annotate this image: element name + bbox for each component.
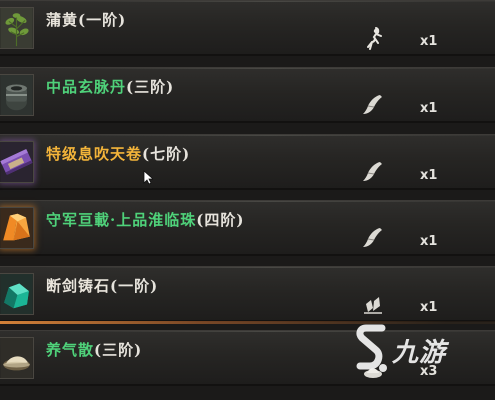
ore-shards-icon: [360, 291, 386, 317]
powder-dish-icon: [0, 337, 34, 379]
purple-scroll-icon: [0, 141, 34, 183]
item-name: 养气散(三阶): [46, 341, 143, 359]
jiuyou-logo-icon: [356, 324, 387, 372]
scroll-icon: [360, 225, 386, 251]
orange-crystal-icon: [0, 207, 34, 249]
item-quantity: x1: [420, 234, 438, 249]
watermark: 九游: [352, 322, 464, 378]
item-quantity: x1: [420, 168, 438, 183]
item-name: 特级息吹天卷(七阶): [46, 145, 191, 163]
mouse-cursor-icon: [143, 170, 153, 185]
scroll-icon: [360, 159, 386, 185]
pill-jar-icon: [0, 74, 34, 116]
item-name: 断剑铸石(一阶): [46, 277, 159, 295]
item-name: 蒲黄(一阶): [46, 11, 127, 29]
herb-plant-icon: [0, 7, 34, 49]
item-row-duanjian-ore[interactable]: 断剑铸石(一阶) x1: [0, 266, 495, 322]
item-row-puhuang[interactable]: 蒲黄(一阶) x1: [0, 0, 495, 56]
item-quantity: x1: [420, 34, 438, 49]
scroll-icon: [360, 92, 386, 118]
item-row-xuanmai-pill[interactable]: 中品玄脉丹(三阶) x1: [0, 67, 495, 123]
green-ore-icon: [0, 273, 34, 315]
item-quantity: x1: [420, 300, 438, 315]
item-quantity: x1: [420, 101, 438, 116]
item-name: 守军亘載·上品淮临珠(四阶): [46, 211, 245, 229]
item-name: 中品玄脉丹(三阶): [46, 78, 175, 96]
watermark-text: 九游: [392, 338, 447, 368]
item-row-huailin-pearl[interactable]: 守军亘載·上品淮临珠(四阶) x1: [0, 200, 495, 256]
root-icon: [360, 25, 386, 51]
item-row-xichui-scroll[interactable]: 特级息吹天卷(七阶) x1: [0, 134, 495, 190]
